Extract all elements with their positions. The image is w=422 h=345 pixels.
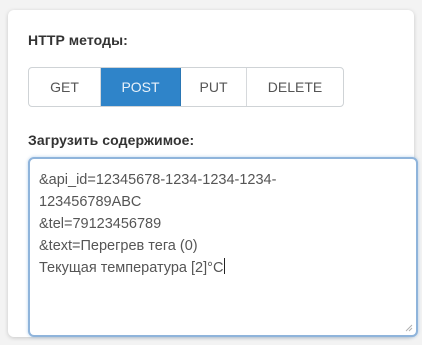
body-line-temperature-wrap: Текущая температура [2]°C bbox=[39, 257, 407, 279]
delete-method-button[interactable]: DELETE bbox=[247, 68, 343, 106]
request-panel: HTTP методы: GET POST PUT DELETE Загрузи… bbox=[8, 10, 418, 337]
body-line-tel: &tel=79123456789 bbox=[39, 216, 162, 232]
post-method-button[interactable]: POST bbox=[101, 68, 181, 106]
body-line-api-id-continued: 123456789ABC bbox=[39, 194, 142, 210]
body-line-api-id: &api_id=12345678-1234-1234-1234- bbox=[39, 172, 277, 188]
request-body-textarea[interactable]: &api_id=12345678-1234-1234-1234- 1234567… bbox=[28, 157, 418, 337]
upload-content-label: Загрузить содержимое: bbox=[28, 132, 195, 148]
text-cursor bbox=[224, 258, 226, 274]
http-method-button-group: GET POST PUT DELETE bbox=[28, 67, 344, 107]
put-method-button[interactable]: PUT bbox=[181, 68, 247, 106]
http-methods-label: HTTP методы: bbox=[28, 32, 128, 48]
resize-grip-icon[interactable] bbox=[404, 323, 413, 332]
body-line-temperature: Текущая температура [2]°C bbox=[39, 260, 224, 276]
get-method-button[interactable]: GET bbox=[29, 68, 101, 106]
body-line-text: &text=Перегрев тега (0) bbox=[39, 238, 198, 254]
